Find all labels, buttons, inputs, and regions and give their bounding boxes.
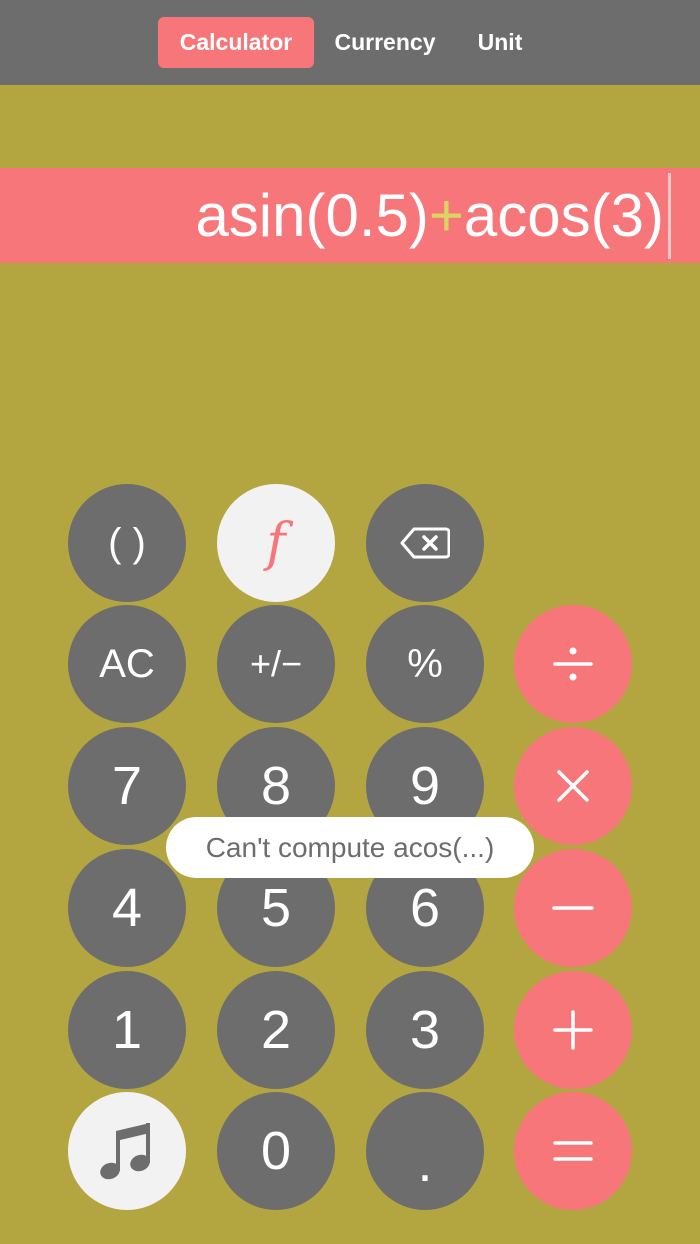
expression-part-acos: acos(3) bbox=[463, 182, 664, 249]
parentheses-button[interactable]: ( ) bbox=[68, 484, 186, 602]
digit-4-label: 4 bbox=[111, 878, 143, 938]
digit-1-button[interactable]: 1 bbox=[68, 971, 186, 1089]
digit-7-button[interactable]: 7 bbox=[68, 727, 186, 845]
digit-7-label: 7 bbox=[111, 756, 143, 816]
digit-8-label: 8 bbox=[260, 756, 292, 816]
plus-minus-label: +/− bbox=[249, 643, 303, 684]
music-note-icon bbox=[100, 1123, 150, 1180]
plus-minus-button[interactable]: +/− bbox=[217, 605, 335, 723]
equals-button[interactable] bbox=[514, 1092, 632, 1210]
expression-text: asin(0.5)+acos(3) bbox=[195, 168, 664, 263]
expression-operator: + bbox=[428, 182, 464, 249]
function-button[interactable]: f bbox=[217, 484, 335, 602]
top-tab-bar: Calculator Currency Unit bbox=[0, 0, 700, 85]
digit-4-button[interactable]: 4 bbox=[68, 849, 186, 967]
digit-6-label: 6 bbox=[409, 878, 441, 938]
parentheses-label: ( ) bbox=[108, 520, 146, 565]
equals-icon bbox=[553, 1141, 593, 1161]
digit-0-label: 0 bbox=[260, 1121, 292, 1181]
backspace-icon bbox=[400, 527, 450, 559]
digit-3-label: 3 bbox=[409, 1000, 441, 1060]
decimal-label: . bbox=[417, 1133, 433, 1193]
digit-0-button[interactable]: 0 bbox=[217, 1092, 335, 1210]
error-toast: Can't compute acos(...) bbox=[166, 817, 534, 878]
digit-2-button[interactable]: 2 bbox=[217, 971, 335, 1089]
expression-display[interactable]: asin(0.5)+acos(3) bbox=[0, 168, 700, 263]
plus-icon bbox=[553, 1010, 593, 1050]
expression-part-asin: asin(0.5) bbox=[195, 182, 429, 249]
digit-9-label: 9 bbox=[409, 756, 441, 816]
multiply-button[interactable] bbox=[514, 727, 632, 845]
digit-5-label: 5 bbox=[260, 878, 292, 938]
digit-2-label: 2 bbox=[260, 1000, 292, 1060]
decimal-button[interactable]: . bbox=[366, 1092, 484, 1210]
divide-icon bbox=[553, 647, 593, 681]
tab-currency[interactable]: Currency bbox=[320, 17, 450, 68]
divide-button[interactable] bbox=[514, 605, 632, 723]
digit-3-button[interactable]: 3 bbox=[366, 971, 484, 1089]
minus-icon bbox=[552, 906, 594, 910]
function-icon: f bbox=[266, 513, 286, 573]
percent-button[interactable]: % bbox=[366, 605, 484, 723]
backspace-button[interactable] bbox=[366, 484, 484, 602]
plus-button[interactable] bbox=[514, 971, 632, 1089]
clear-button[interactable]: AC bbox=[68, 605, 186, 723]
multiply-icon bbox=[557, 770, 589, 802]
tab-unit[interactable]: Unit bbox=[462, 17, 538, 68]
percent-label: % bbox=[407, 641, 443, 686]
music-button[interactable] bbox=[68, 1092, 186, 1210]
text-cursor bbox=[668, 173, 671, 259]
digit-1-label: 1 bbox=[111, 1000, 143, 1060]
clear-label: AC bbox=[99, 641, 155, 686]
minus-button[interactable] bbox=[514, 849, 632, 967]
tab-calculator[interactable]: Calculator bbox=[158, 17, 314, 68]
